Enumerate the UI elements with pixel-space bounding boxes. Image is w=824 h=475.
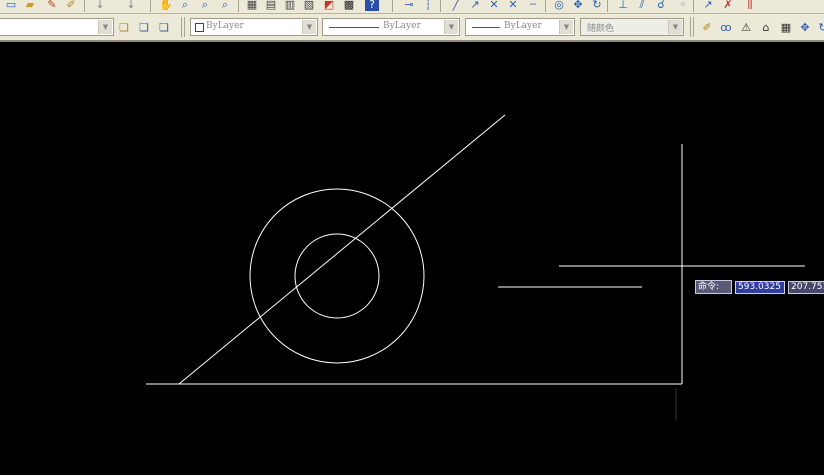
multiline-icon[interactable]: ✕ [486,0,502,11]
sheet-set-icon[interactable]: ▧ [301,0,317,11]
ray-icon[interactable]: ╱ [448,0,464,11]
copy-object-icon[interactable]: ꝏ [718,20,734,34]
plotstyle-label: 随颜色 [587,24,615,34]
toolbar-separator [693,0,694,12]
toolbar-separator [84,0,85,12]
layer-previous-icon[interactable]: ❏ [156,20,172,34]
layer-state-icon[interactable]: ❏ [136,20,152,34]
tool-palettes-icon[interactable]: ▥ [282,0,298,11]
toolbar-separator [238,0,239,12]
y-coordinate-input[interactable]: 207.7517 [788,281,824,294]
plotstyle-dropdown[interactable]: 随颜色 ▼ [580,18,684,36]
break-icon[interactable]: ✗ [720,0,736,11]
offset-icon[interactable]: ☌ [653,0,669,11]
arc-icon[interactable]: ✥ [570,0,586,11]
extend-icon[interactable]: ↗ [700,0,716,11]
zoom-previous-icon[interactable]: ⌕ [217,0,233,11]
x-coordinate-input[interactable]: 593.0325 [735,281,785,294]
color-label: ByLayer [206,21,244,31]
snap-icon[interactable]: ↻ [589,0,605,11]
open-icon[interactable]: ▰ [22,0,38,11]
toolbar-separator [440,0,441,12]
chevron-down-icon[interactable]: ▼ [559,20,573,34]
linetype-dropdown[interactable]: ByLayer ▼ [322,18,460,36]
lineweight-preview [472,27,500,28]
mirror-icon[interactable]: ⚠ [738,20,754,34]
polygon-icon[interactable]: ┄ [525,0,541,11]
undo-icon[interactable]: ↓ [92,0,108,11]
lineweight-dropdown[interactable]: ByLayer ▼ [465,18,575,36]
chevron-down-icon[interactable]: ▼ [98,20,112,34]
toolbar-separator [607,0,608,12]
toolbar-separator [690,17,691,37]
pencil-icon[interactable]: ✎ [44,0,60,11]
array-icon[interactable]: ▦ [778,20,794,34]
canvas-background [0,42,824,475]
line-icon[interactable]: ┆ [420,0,436,11]
chevron-down-icon[interactable]: ▼ [444,20,458,34]
linetype-label: ByLayer [383,21,421,31]
new-icon[interactable]: ▭ [3,0,19,11]
color-dropdown[interactable]: ByLayer ▼ [190,18,318,36]
toolbar-separator [181,17,182,37]
lineweight-label: ByLayer [504,21,542,31]
polyline-icon[interactable]: ✕ [505,0,521,11]
properties-icon[interactable]: ▦ [244,0,260,11]
redo-icon[interactable]: ↓ [123,0,139,11]
construction-line-icon[interactable]: ↗ [467,0,483,11]
properties-toolbar: ▼ ❏ ❏ ❏ ByLayer ▼ ByLayer ▼ ByLayer ▼ 随颜… [0,14,824,42]
erase-icon[interactable]: ✐ [699,20,715,34]
pan-realtime-icon[interactable]: ✋ [158,0,174,11]
rectangle-icon[interactable]: ◎ [551,0,567,11]
color-swatch [195,23,204,32]
trim-icon[interactable]: ◦ [675,0,691,11]
toolbar-separator [392,0,393,12]
move-icon[interactable]: ✥ [797,20,813,34]
command-prompt-label: 命令: [695,280,732,294]
chevron-down-icon[interactable]: ▼ [668,20,682,34]
toolbar-separator [545,0,546,12]
copy-icon[interactable]: ⊥ [615,0,631,11]
quickcalc-icon[interactable]: ▩ [341,0,357,11]
linetype-preview [329,27,379,28]
fillet-icon[interactable]: ⫼ [742,0,758,11]
design-center-icon[interactable]: ▤ [263,0,279,11]
layer-manager-icon[interactable]: ❏ [116,20,132,34]
toolbar-separator [693,17,694,37]
rotate-icon[interactable]: ↻ [815,20,824,34]
toolbar-separator [184,17,185,37]
chevron-down-icon[interactable]: ▼ [302,20,316,34]
drawing-canvas[interactable] [0,42,824,475]
layer-dropdown[interactable]: ▼ [0,18,114,36]
mirror-icon[interactable]: ⫽ [634,0,650,11]
offset-icon[interactable]: ⌂ [758,20,774,34]
distance-icon[interactable]: ⊸ [401,0,417,11]
zoom-window-icon[interactable]: ⌕ [197,0,213,11]
markup-icon[interactable]: ◩ [321,0,337,11]
standard-toolbar: ▭ ▰ ✎ ✐ ↓ ↓ ✋ ⌕ ⌕ ⌕ ▦ ▤ ▥ ▧ ◩ ▩ ? ⊸ ┆ ╱ … [0,0,824,14]
zoom-realtime-icon[interactable]: ⌕ [177,0,193,11]
match-properties-icon[interactable]: ✐ [63,0,79,11]
toolbar-separator [150,0,151,12]
help-icon[interactable]: ? [365,0,379,11]
